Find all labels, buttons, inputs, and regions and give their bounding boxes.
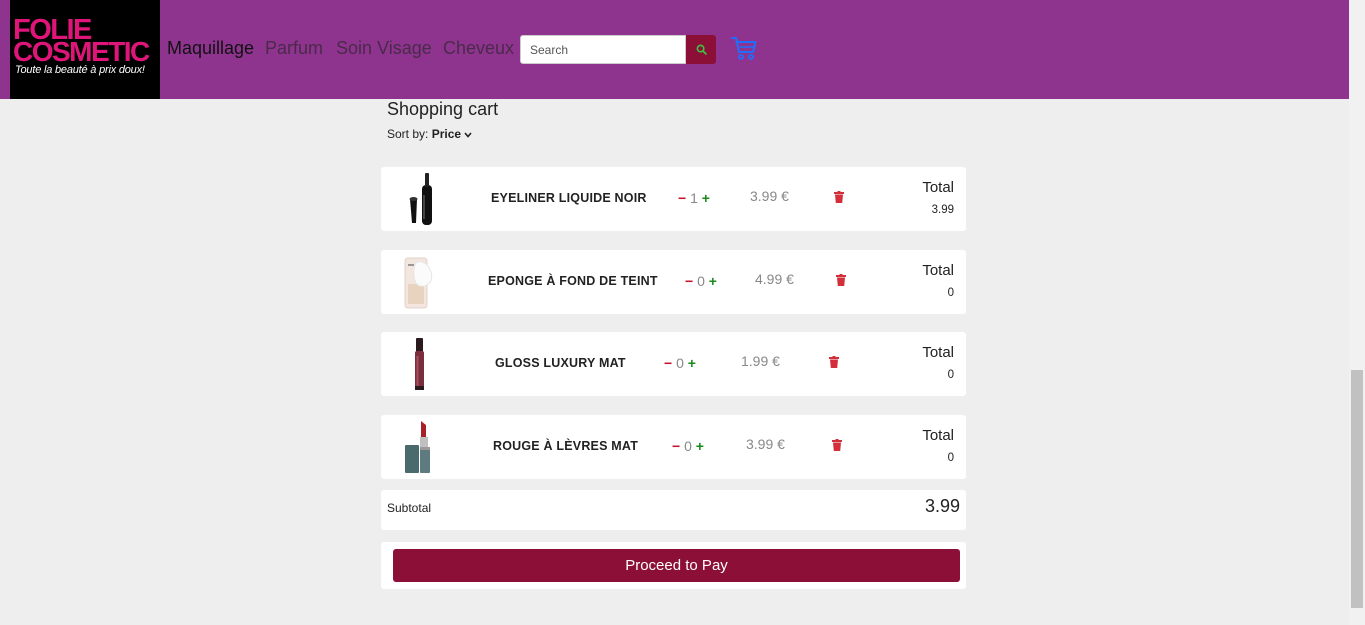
product-image-gloss <box>415 338 424 390</box>
item-total-value: 0 <box>947 369 954 381</box>
quantity-stepper: − 0 + <box>664 355 696 371</box>
item-total-value: 3.99 <box>931 204 954 216</box>
nav-link-cheveux[interactable]: Cheveux <box>443 38 514 59</box>
product-name: GLOSS LUXURY MAT <box>495 356 626 370</box>
item-total-label: Total <box>922 179 954 196</box>
nav-link-parfum[interactable]: Parfum <box>265 38 323 59</box>
product-image-eponge <box>404 257 433 309</box>
increase-quantity-button[interactable]: + <box>702 190 710 206</box>
product-image-eyeliner <box>409 173 432 225</box>
nav-link-maquillage[interactable]: Maquillage <box>167 38 254 59</box>
unit-price: 4.99 € <box>755 271 794 287</box>
page-title: Shopping cart <box>387 99 499 119</box>
cart-item-eyeliner: EYELINER LIQUIDE NOIR − 1 + 3.99 € Total… <box>381 167 966 231</box>
quantity-value: 0 <box>676 355 684 371</box>
item-total-label: Total <box>922 262 954 279</box>
increase-quantity-button[interactable]: + <box>696 438 704 454</box>
cart-item-gloss: GLOSS LUXURY MAT − 0 + 1.99 € Total 0 <box>381 332 966 396</box>
sort-value: Price <box>431 127 462 141</box>
cart-item-rouge: ROUGE À LÈVRES MAT − 0 + 3.99 € Total 0 <box>381 415 966 479</box>
cart-item-eponge: EPONGE À FOND DE TEINT − 0 + 4.99 € Tota… <box>381 250 966 314</box>
decrease-quantity-button[interactable]: − <box>664 355 672 371</box>
search-icon <box>696 44 707 55</box>
quantity-value: 1 <box>690 190 698 206</box>
trash-icon[interactable] <box>829 356 839 368</box>
checkout-panel: Proceed to Pay <box>381 542 966 589</box>
decrease-quantity-button[interactable]: − <box>678 190 686 206</box>
sort-label: Sort by: <box>387 127 429 141</box>
subtotal-label: Subtotal <box>387 501 432 515</box>
sort-dropdown[interactable]: Sort by: Price <box>387 127 473 141</box>
unit-price: 3.99 € <box>750 188 789 204</box>
proceed-to-pay-button[interactable]: Proceed to Pay <box>393 549 960 582</box>
search-button[interactable] <box>686 35 716 64</box>
search-input[interactable] <box>520 35 686 64</box>
trash-icon[interactable] <box>832 439 842 451</box>
increase-quantity-button[interactable]: + <box>709 273 717 289</box>
brand-logo-line2: COSMETIC <box>13 36 150 67</box>
subtotal-value: 3.99 <box>924 496 960 516</box>
subtotal-row: Subtotal 3.99 <box>381 490 966 530</box>
cart-button[interactable] <box>730 34 758 62</box>
product-name: EPONGE À FOND DE TEINT <box>488 274 658 288</box>
unit-price: 1.99 € <box>741 353 780 369</box>
unit-price: 3.99 € <box>746 436 785 452</box>
item-total-label: Total <box>922 427 954 444</box>
nav-link-soin-visage[interactable]: Soin Visage <box>336 38 432 59</box>
scrollbar-thumb[interactable] <box>1351 370 1363 608</box>
quantity-stepper: − 0 + <box>685 273 717 289</box>
product-image-rouge <box>405 421 430 473</box>
item-total-label: Total <box>922 344 954 361</box>
quantity-value: 0 <box>697 273 705 289</box>
quantity-stepper: − 1 + <box>678 190 710 206</box>
page-scrollbar[interactable] <box>1349 0 1365 625</box>
brand-tagline: Toute la beauté à prix doux! <box>15 64 145 76</box>
brand-logo[interactable]: FOLIE COSMETIC Toute la beauté à prix do… <box>10 0 160 99</box>
top-navbar: FOLIE COSMETIC Toute la beauté à prix do… <box>0 0 1349 99</box>
chevron-down-icon <box>464 132 473 138</box>
product-name: ROUGE À LÈVRES MAT <box>493 439 639 453</box>
decrease-quantity-button[interactable]: − <box>685 273 693 289</box>
product-name: EYELINER LIQUIDE NOIR <box>491 191 647 205</box>
quantity-value: 0 <box>684 438 692 454</box>
shopping-cart-icon <box>731 37 757 60</box>
increase-quantity-button[interactable]: + <box>688 355 696 371</box>
item-total-value: 0 <box>947 452 954 464</box>
item-total-value: 0 <box>947 287 954 299</box>
trash-icon[interactable] <box>836 274 846 286</box>
trash-icon[interactable] <box>834 191 844 203</box>
decrease-quantity-button[interactable]: − <box>672 438 680 454</box>
quantity-stepper: − 0 + <box>672 438 704 454</box>
